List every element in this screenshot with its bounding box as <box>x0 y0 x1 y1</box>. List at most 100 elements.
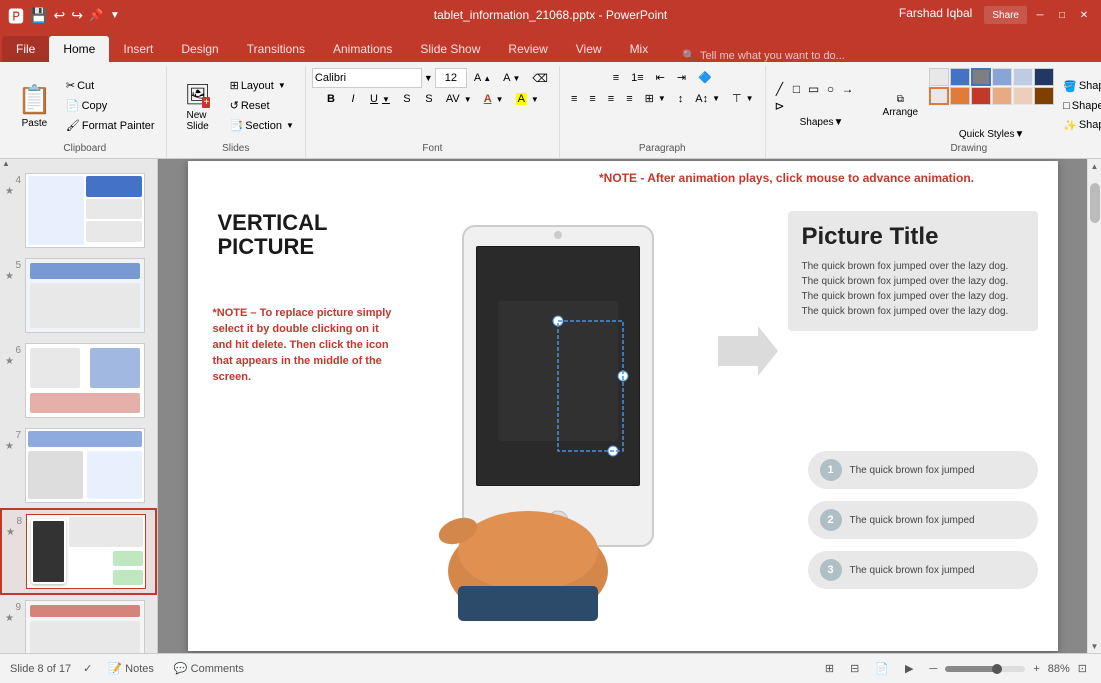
scroll-down-arrow[interactable]: ▼ <box>1089 639 1101 653</box>
minimize-button[interactable]: ─ <box>1031 6 1049 24</box>
strikethrough-button[interactable]: S <box>397 90 417 108</box>
shape-roundrect[interactable]: ▭ <box>806 81 822 97</box>
scroll-up-arrow[interactable]: ▲ <box>1089 159 1101 173</box>
shadow-button[interactable]: S <box>419 90 439 108</box>
increase-indent-button[interactable]: ⇥ <box>672 68 691 87</box>
format-painter-button[interactable]: 🖌 Format Painter <box>61 116 160 135</box>
align-center-button[interactable]: ≡ <box>584 90 600 108</box>
zoom-out-button[interactable]: ─ <box>926 661 942 677</box>
shape-arrow[interactable]: → <box>840 81 856 97</box>
qs-5[interactable] <box>1013 68 1033 86</box>
char-spacing-button[interactable]: AV▼ <box>441 90 477 108</box>
shape-rect[interactable]: □ <box>789 81 805 97</box>
decrease-indent-button[interactable]: ⇤ <box>651 68 670 87</box>
smartart-button[interactable]: 🔷 <box>693 68 717 87</box>
slide-thumb-5[interactable]: 5 ★ <box>0 253 157 338</box>
tab-file[interactable]: File <box>2 36 49 62</box>
view-slideshow-button[interactable]: ▶ <box>901 660 917 677</box>
zoom-in-button[interactable]: + <box>1029 661 1043 677</box>
numbering-button[interactable]: 1≡ <box>626 69 649 87</box>
new-slide-button[interactable]: 🖼 + NewSlide <box>173 74 223 138</box>
customize-dropdown[interactable]: ▼ <box>110 10 120 21</box>
cut-button[interactable]: ✂ Cut <box>61 76 160 95</box>
shape-effects-button[interactable]: ✨ Shape Effects ▼ <box>1058 116 1101 135</box>
qs-11[interactable] <box>1013 87 1033 105</box>
tab-transitions[interactable]: Transitions <box>233 36 319 62</box>
slide-thumb-7[interactable]: 7 ★ <box>0 423 157 508</box>
tab-mix[interactable]: Mix <box>616 36 663 62</box>
notes-button[interactable]: 📝 Notes <box>104 660 158 677</box>
bullets-button[interactable]: ≡ <box>608 69 624 87</box>
decrease-font-button[interactable]: A▼ <box>498 69 525 87</box>
pin-icon[interactable]: 📌 <box>89 8 104 22</box>
qs-7[interactable] <box>929 87 949 105</box>
view-normal-button[interactable]: ⊞ <box>821 660 838 677</box>
qs-8[interactable] <box>950 87 970 105</box>
fit-slide-button[interactable]: ⊡ <box>1074 660 1091 677</box>
tab-slideshow[interactable]: Slide Show <box>406 36 494 62</box>
qs-2[interactable] <box>950 68 970 86</box>
shapes-button[interactable]: Shapes▼ <box>795 114 849 131</box>
increase-font-button[interactable]: A▲ <box>469 69 496 87</box>
zoom-slider[interactable] <box>945 666 1025 672</box>
layout-button[interactable]: ⊞ Layout▼ <box>225 76 299 95</box>
restore-button[interactable]: □ <box>1053 6 1071 24</box>
qs-12[interactable] <box>1034 87 1054 105</box>
columns-button[interactable]: ⊞▼ <box>640 89 671 108</box>
font-size-input[interactable] <box>435 68 467 88</box>
tell-me-input[interactable]: Tell me what you want to do... <box>700 50 845 62</box>
slide-canvas[interactable]: *NOTE - After animation plays, click mou… <box>188 161 1058 651</box>
redo-icon[interactable]: ↪ <box>71 7 83 24</box>
qs-1[interactable] <box>929 68 949 86</box>
font-color-button[interactable]: A▼ <box>479 90 509 108</box>
reset-button[interactable]: ↺ Reset <box>225 96 299 115</box>
shape-chevron[interactable]: ⊳ <box>772 98 788 114</box>
tab-design[interactable]: Design <box>167 36 232 62</box>
section-button[interactable]: 📑 Section▼ <box>225 116 299 135</box>
view-slide-sorter-button[interactable]: ⊟ <box>846 660 863 677</box>
line-spacing-button[interactable]: ↕ <box>673 90 689 108</box>
copy-button[interactable]: 📄 Copy <box>61 96 160 115</box>
shape-fill-button[interactable]: 🪣 Shape Fill ▼ <box>1058 77 1101 96</box>
tab-animations[interactable]: Animations <box>319 36 406 62</box>
save-icon[interactable]: 💾 <box>30 7 47 24</box>
shape-line[interactable]: ╱ <box>772 81 788 97</box>
text-direction-button[interactable]: A↕▼ <box>690 90 725 108</box>
qs-4[interactable] <box>992 68 1012 86</box>
qs-9[interactable] <box>971 87 991 105</box>
underline-button[interactable]: U▼ <box>365 90 395 108</box>
tab-review[interactable]: Review <box>494 36 561 62</box>
scroll-thumb[interactable] <box>1090 183 1100 223</box>
close-button[interactable]: ✕ <box>1075 6 1093 24</box>
tab-view[interactable]: View <box>562 36 616 62</box>
clear-format-button[interactable]: ⌫ <box>527 69 553 88</box>
align-right-button[interactable]: ≡ <box>603 90 619 108</box>
qs-10[interactable] <box>992 87 1012 105</box>
font-name-dropdown[interactable]: ▼ <box>424 73 433 83</box>
sidebar-scroll-up[interactable]: ▲ <box>0 159 12 168</box>
bold-button[interactable]: B <box>321 90 341 108</box>
slide-thumb-8[interactable]: 8 ★ <box>0 508 157 595</box>
italic-button[interactable]: I <box>343 90 363 108</box>
paste-button[interactable]: 📋 Paste <box>10 74 59 138</box>
comments-button[interactable]: 💬 Comments <box>170 660 248 677</box>
arrange-button[interactable]: ⧉ Arrange <box>876 81 926 131</box>
highlight-button[interactable]: A▼ <box>511 90 544 108</box>
shape-outline-button[interactable]: □ Shape Outline ▼ <box>1058 97 1101 115</box>
slide-thumb-6[interactable]: 6 ★ <box>0 338 157 423</box>
slide-thumb-4[interactable]: 4 ★ <box>0 168 157 253</box>
quick-styles-button[interactable]: Quick Styles▼ <box>954 126 1029 143</box>
qs-6[interactable] <box>1034 68 1054 86</box>
shape-oval[interactable]: ○ <box>823 81 839 97</box>
tab-home[interactable]: Home <box>49 36 109 62</box>
qs-3[interactable] <box>971 68 991 86</box>
tab-insert[interactable]: Insert <box>109 36 167 62</box>
slide-thumb-9[interactable]: 9 ★ <box>0 595 157 653</box>
share-button[interactable]: Share <box>984 6 1027 24</box>
justify-button[interactable]: ≡ <box>621 90 637 108</box>
align-text-button[interactable]: ⊤▼ <box>727 89 759 108</box>
view-reading-button[interactable]: 📄 <box>871 660 893 677</box>
font-name-input[interactable] <box>312 68 422 88</box>
undo-icon[interactable]: ↩ <box>53 7 65 24</box>
align-left-button[interactable]: ≡ <box>566 90 582 108</box>
